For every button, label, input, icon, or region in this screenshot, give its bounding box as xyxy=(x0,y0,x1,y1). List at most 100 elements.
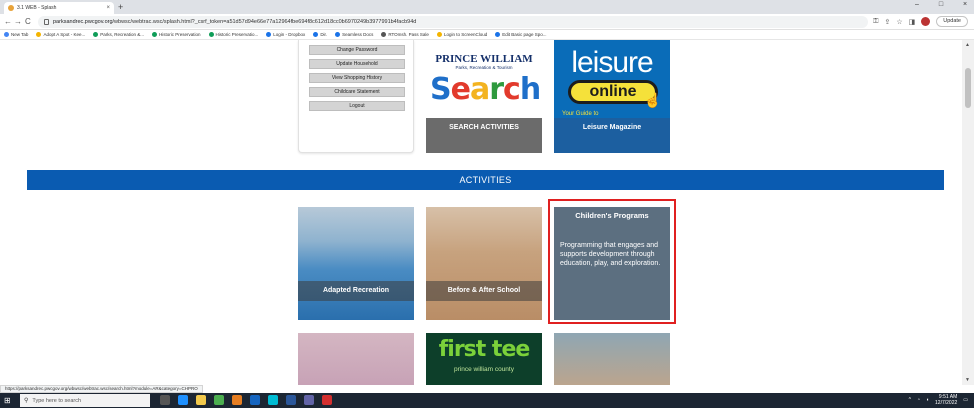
acrobat-icon[interactable] xyxy=(322,395,332,405)
bookmark-icon xyxy=(152,32,157,37)
bookmark-item[interactable]: Login - Dropbox xyxy=(266,32,305,37)
bookmark-icon xyxy=(436,32,442,37)
bookmark-item[interactable]: Seamless Docs xyxy=(335,32,373,37)
card-dance[interactable] xyxy=(298,333,414,385)
close-window-button[interactable]: × xyxy=(960,1,970,8)
network-icon[interactable]: ◔ xyxy=(917,397,920,403)
system-tray: ^ ◔ ◖ 9:51 AM 12/7/2022 ▭ xyxy=(909,394,968,406)
browser-tab[interactable]: 3.1 WEB - Splash × xyxy=(4,2,114,14)
taskbar-search-input[interactable]: ⚲ Type here to search xyxy=(20,394,150,407)
activities-heading: ACTIVITIES xyxy=(27,170,944,190)
bookmark-icon xyxy=(335,32,341,37)
leisure-word: leisure xyxy=(571,46,653,79)
windows-taskbar: ⊞ ⚲ Type here to search ^ ◔ ◖ 9:51 AM 12… xyxy=(0,393,974,408)
url-input[interactable]: parksandrec.pwcgov.org/wbwsc/webtrac.wsc… xyxy=(38,16,868,28)
share-icon[interactable]: ⇪ xyxy=(884,18,890,26)
scroll-down-icon[interactable]: ▼ xyxy=(965,377,970,383)
card-first-tee[interactable]: first tee prince william county xyxy=(426,333,542,385)
card-before-after-school[interactable]: Before & After School xyxy=(426,207,542,320)
key-icon[interactable]: ⚿ xyxy=(873,18,878,26)
card-adapted-recreation[interactable]: Adapted Recreation xyxy=(298,207,414,320)
bookmark-icon xyxy=(208,32,214,37)
bookmark-item[interactable]: Historic Preservatio... xyxy=(208,32,259,37)
edge-icon[interactable] xyxy=(178,395,188,405)
task-view-icon[interactable] xyxy=(160,395,170,405)
leisure-magazine-promo[interactable]: leisure online ☝ Your Guide to Leisure M… xyxy=(554,40,670,153)
scroll-up-icon[interactable]: ▲ xyxy=(965,42,970,48)
star-icon[interactable]: ☆ xyxy=(896,18,902,26)
address-bar: ← → C parksandrec.pwcgov.org/wbwsc/webtr… xyxy=(0,14,974,30)
leisure-tagline: Your Guide to xyxy=(562,111,599,117)
clock[interactable]: 9:51 AM 12/7/2022 xyxy=(935,394,957,406)
card-label: Before & After School xyxy=(426,281,542,301)
bookmark-icon xyxy=(266,32,272,37)
url-domain: parksandrec.pwcgov.org xyxy=(53,19,113,25)
maximize-button[interactable]: □ xyxy=(936,1,946,8)
reload-button[interactable]: C xyxy=(25,17,31,26)
bookmark-label: Historic Preservatio... xyxy=(215,32,259,37)
account-menu-panel: Change Password Update Household View Shop… xyxy=(298,40,414,153)
search-activities-promo[interactable]: PRINCE WILLIAM Parks, Recreation & Touri… xyxy=(426,40,542,153)
new-tab-button[interactable]: + xyxy=(118,2,123,12)
bookmark-item[interactable]: Edit Basic page Spo... xyxy=(495,32,547,37)
account-menu-button[interactable]: Change Password xyxy=(309,45,405,55)
teams-icon[interactable] xyxy=(304,395,314,405)
card-senior[interactable] xyxy=(554,333,670,385)
minimize-button[interactable]: – xyxy=(912,1,922,8)
lock-icon[interactable] xyxy=(44,19,49,25)
vertical-scrollbar[interactable]: ▲ ▼ xyxy=(962,40,974,385)
scrollbar-thumb[interactable] xyxy=(965,68,971,108)
url-text: parksandrec.pwcgov.org/wbwsc/webtrac.wsc… xyxy=(53,19,416,25)
forward-button[interactable]: → xyxy=(14,17,22,26)
bookmark-icon xyxy=(495,32,501,37)
bookmark-item[interactable]: Historic Preservation xyxy=(152,32,201,37)
chevron-up-icon[interactable]: ^ xyxy=(909,397,911,403)
chrome-icon[interactable] xyxy=(214,395,224,405)
app-icon[interactable] xyxy=(268,395,278,405)
bookmark-label: Edit Basic page Spo... xyxy=(502,32,547,37)
search-letter: r xyxy=(489,72,504,107)
account-menu-button[interactable]: Childcare Statement xyxy=(309,87,405,97)
bookmark-item[interactable]: RTOmsh. Pass Sale xyxy=(381,32,429,37)
card-label: Adapted Recreation xyxy=(298,281,414,301)
back-button[interactable]: ← xyxy=(4,17,12,26)
notifications-icon[interactable]: ▭ xyxy=(963,397,968,403)
hand-cursor-icon: ☝ xyxy=(644,92,662,108)
word-icon[interactable] xyxy=(286,395,296,405)
bookmark-label: Parks, Recreation &... xyxy=(100,32,144,37)
bookmark-label: Adopt A Spot - Kee... xyxy=(43,32,86,37)
highlight-box xyxy=(548,199,676,324)
bookmark-item[interactable]: Parks, Recreation &... xyxy=(93,32,144,37)
file-explorer-icon[interactable] xyxy=(196,395,206,405)
prince-william-title: PRINCE WILLIAM xyxy=(435,53,533,65)
search-placeholder: Type here to search xyxy=(32,397,82,404)
tab-close-icon[interactable]: × xyxy=(106,5,110,11)
clock-date: 12/7/2022 xyxy=(935,400,958,406)
account-menu-button[interactable]: View Shopping History xyxy=(309,73,405,83)
profile-avatar[interactable] xyxy=(921,17,931,26)
outlook-icon[interactable] xyxy=(250,395,260,405)
first-tee-sub: prince william county xyxy=(454,366,514,373)
windows-start-icon[interactable]: ⊞ xyxy=(4,396,11,405)
bookmark-item[interactable]: Adopt A Spot - Kee... xyxy=(36,32,85,37)
bookmarks-bar: New Tab Adopt A Spot - Kee... Parks, Recre… xyxy=(0,30,974,40)
tab-favicon-icon xyxy=(8,5,14,11)
volume-icon[interactable]: ◖ xyxy=(926,397,929,403)
app-icon[interactable] xyxy=(232,395,242,405)
bookmark-icon xyxy=(93,32,99,37)
bookmark-icon xyxy=(36,32,42,37)
account-menu-button[interactable]: Update Household xyxy=(309,59,405,69)
taskbar-apps xyxy=(160,395,332,405)
search-icon: ⚲ xyxy=(24,398,29,404)
window-controls: – □ × xyxy=(912,1,970,8)
bookmark-icon xyxy=(381,32,387,37)
update-button[interactable]: Update xyxy=(936,16,968,27)
bookmark-item[interactable]: Dir. xyxy=(313,32,327,37)
sidepanel-icon[interactable]: ◨ xyxy=(909,18,916,26)
first-tee-logo: first tee xyxy=(438,337,531,362)
bookmark-item[interactable]: New Tab xyxy=(4,32,28,37)
account-menu-button[interactable]: Logout xyxy=(309,101,405,111)
bookmark-item[interactable]: Login to ScreenCloud xyxy=(436,32,487,37)
search-letter: e xyxy=(450,72,471,107)
search-logo: Search xyxy=(430,72,541,107)
